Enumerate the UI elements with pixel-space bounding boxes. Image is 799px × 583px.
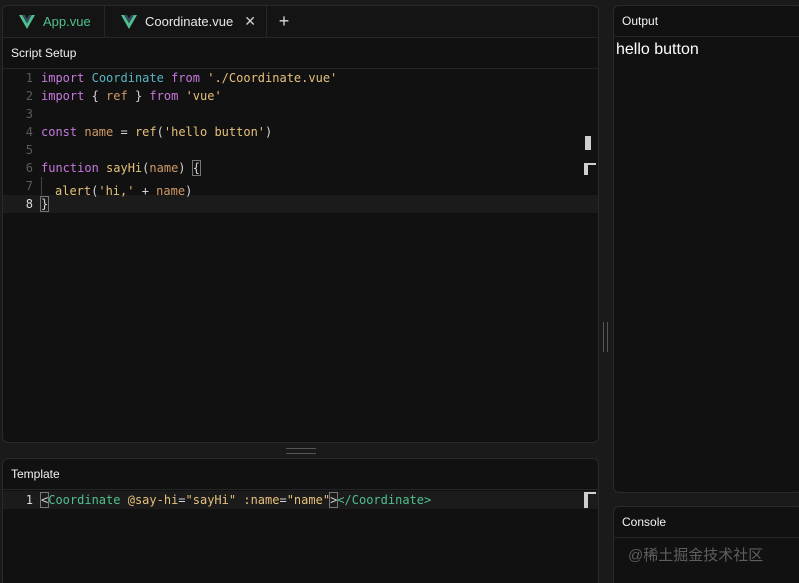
- code-token: ): [185, 184, 193, 198]
- code-token: 'hi,': [98, 184, 135, 198]
- code-token: Coordinate: [48, 493, 121, 507]
- code-token: from: [149, 89, 179, 103]
- code-content: }: [39, 195, 50, 213]
- code-content: function sayHi(name) {: [41, 159, 202, 177]
- line-number: 7: [25, 179, 33, 193]
- code-token: +: [134, 184, 157, 198]
- code-content: import { ref } from 'vue': [41, 87, 222, 105]
- close-icon[interactable]: ✕: [244, 13, 256, 30]
- code-line[interactable]: 6 function sayHi(name) {: [3, 159, 598, 177]
- code-line[interactable]: 7 alert('hi,' + name): [3, 177, 598, 198]
- code-token: :name: [243, 493, 280, 507]
- code-line[interactable]: 3: [3, 105, 598, 123]
- template-editor-panel: Template 1 <Coordinate @say-hi="sayHi" :n…: [2, 458, 599, 583]
- code-token: "sayHi": [185, 493, 237, 507]
- output-text[interactable]: hello button: [614, 37, 799, 63]
- indent-guide: [41, 177, 55, 195]
- code-token: =: [178, 493, 186, 507]
- tab-label: App.vue: [43, 14, 91, 29]
- code-token: sayHi: [106, 161, 143, 175]
- line-number: 1: [25, 493, 33, 507]
- code-token: import: [41, 71, 85, 85]
- code-token: name: [84, 125, 114, 139]
- code-token: './Coordinate.vue': [207, 71, 338, 85]
- script-code-editor[interactable]: 1 import Coordinate from './Coordinate.vu…: [3, 69, 598, 213]
- line-number: 3: [25, 107, 33, 121]
- line-number: 2: [25, 89, 33, 103]
- line-number: 5: [25, 143, 33, 157]
- script-setup-header: Script Setup: [3, 38, 598, 69]
- tab-app-vue[interactable]: App.vue: [3, 6, 105, 38]
- code-token: @say-hi: [127, 493, 179, 507]
- line-number: 8: [25, 197, 33, 211]
- output-panel: Output hello button: [613, 5, 799, 493]
- cursor-marker: [584, 163, 596, 175]
- code-token: {: [84, 89, 107, 103]
- code-token: ): [178, 161, 193, 175]
- code-token: ): [265, 125, 273, 139]
- code-token: }: [39, 196, 50, 212]
- code-line[interactable]: 2 import { ref } from 'vue': [3, 87, 598, 105]
- code-token: ref: [106, 89, 128, 103]
- code-content: alert('hi,' + name): [41, 177, 193, 198]
- code-token: =: [279, 493, 287, 507]
- line-number: 1: [25, 71, 33, 85]
- script-editor-panel: App.vue Coordinate.vue ✕ + Script Setup …: [2, 5, 599, 443]
- template-header: Template: [3, 459, 598, 490]
- code-line[interactable]: 4 const name = ref('hello button'): [3, 123, 598, 141]
- vertical-resize-handle[interactable]: [603, 322, 608, 352]
- horizontal-resize-handle[interactable]: [286, 448, 316, 454]
- code-token: }: [127, 89, 150, 103]
- cursor-marker: [584, 492, 596, 508]
- line-number: 4: [25, 125, 33, 139]
- output-header: Output: [614, 6, 799, 37]
- line-number: 6: [25, 161, 33, 175]
- tab-coordinate-vue[interactable]: Coordinate.vue ✕: [105, 6, 267, 38]
- file-tabs: App.vue Coordinate.vue ✕ +: [3, 6, 598, 38]
- template-code-editor[interactable]: 1 <Coordinate @say-hi="sayHi" :name="name…: [3, 490, 598, 509]
- code-line[interactable]: 5: [3, 141, 598, 159]
- code-content: <Coordinate @say-hi="sayHi" :name="name"…: [39, 491, 432, 509]
- code-token: import: [41, 89, 85, 103]
- code-token: </Coordinate>: [337, 493, 432, 507]
- code-token: function: [41, 161, 99, 175]
- code-token: 'vue': [185, 89, 222, 103]
- code-token: name: [156, 184, 186, 198]
- code-token: ref: [134, 125, 157, 139]
- add-tab-button[interactable]: +: [267, 11, 301, 32]
- code-token: from: [171, 71, 200, 85]
- code-token: 'hello button': [163, 125, 266, 139]
- watermark: @稀土掘金技术社区: [628, 547, 764, 564]
- code-line[interactable]: 1 import Coordinate from './Coordinate.vu…: [3, 69, 598, 87]
- code-token: (: [156, 125, 164, 139]
- scrollbar-marker: [585, 136, 591, 150]
- code-token: =: [113, 125, 135, 139]
- code-token: "name": [286, 493, 331, 507]
- code-token: name: [149, 161, 179, 175]
- vue-logo-icon: [121, 14, 137, 29]
- code-content: import Coordinate from './Coordinate.vue…: [41, 69, 337, 87]
- code-content: const name = ref('hello button'): [41, 123, 272, 141]
- code-token: {: [191, 160, 202, 176]
- vue-logo-icon: [19, 14, 35, 29]
- code-token: alert: [55, 184, 92, 198]
- code-token: const: [41, 125, 78, 139]
- tab-label: Coordinate.vue: [145, 14, 234, 29]
- code-token: Coordinate: [91, 71, 164, 85]
- code-line[interactable]: 1 <Coordinate @say-hi="sayHi" :name="name…: [3, 491, 598, 509]
- console-header: Console: [614, 507, 799, 538]
